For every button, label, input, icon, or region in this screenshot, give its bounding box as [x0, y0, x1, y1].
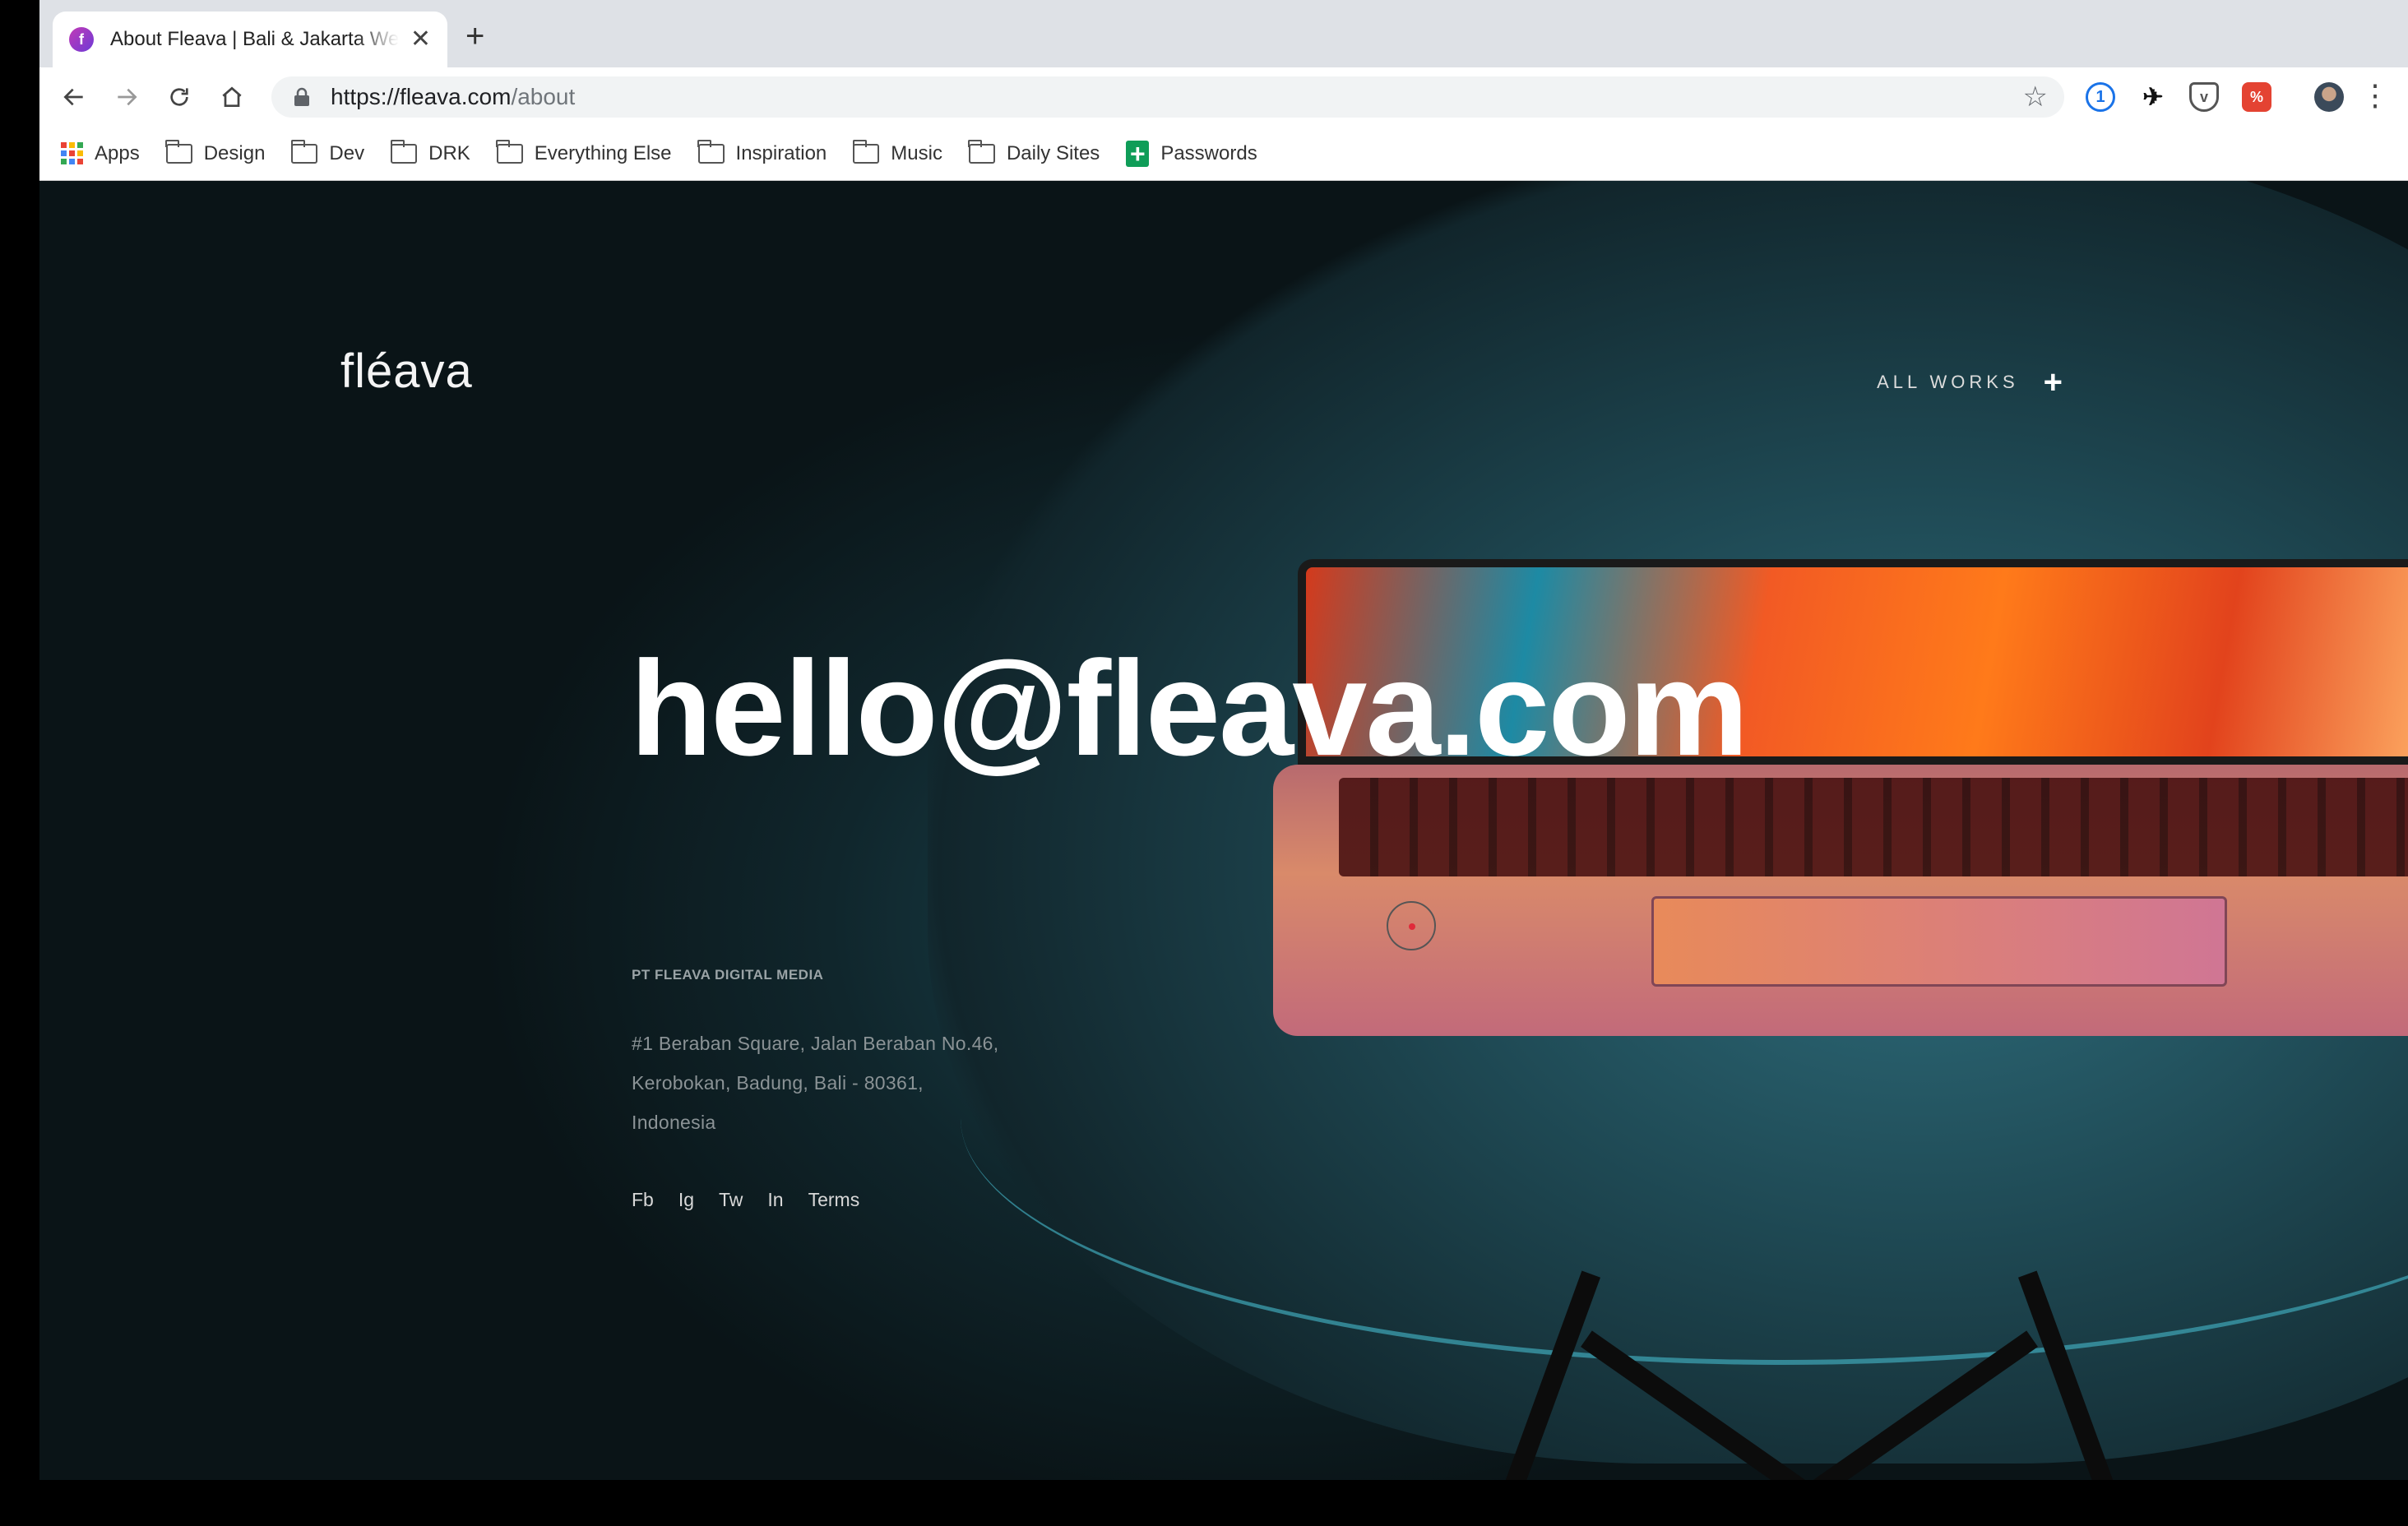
bookmark-label: Dev — [329, 141, 365, 164]
all-works-nav[interactable]: ALL WORKS + — [1877, 366, 2063, 399]
laptop-keyboard-image — [1273, 765, 2408, 1036]
new-tab-button[interactable]: + — [465, 20, 484, 53]
tab-title: About Fleava | Bali & Jakarta Web Design… — [110, 28, 399, 50]
bookmark-drk[interactable]: DRK — [390, 139, 470, 165]
url-text: https://fleava.com/about — [331, 84, 576, 109]
bookmark-label: Apps — [95, 141, 140, 164]
folder-icon — [165, 139, 192, 164]
social-links: Fb Ig Tw In Terms — [632, 1189, 884, 1211]
terms-link[interactable]: Terms — [808, 1189, 860, 1211]
social-link-twitter[interactable]: Tw — [719, 1189, 743, 1211]
reload-icon — [170, 88, 188, 106]
address-line: #1 Beraban Square, Jalan Beraban No.46, — [632, 1033, 999, 1054]
onepassword-icon[interactable]: 1 — [2086, 82, 2115, 112]
browser-toolbar: https://fleava.com/about ☆ 1 ✈ v % ⋮ — [39, 67, 2408, 127]
address-line: Indonesia — [632, 1112, 716, 1133]
folder-icon — [852, 139, 880, 164]
bookmark-daily-sites[interactable]: Daily Sites — [968, 139, 1100, 165]
bookmark-label: Daily Sites — [1006, 141, 1100, 164]
address-line: Kerobokan, Badung, Bali - 80361, — [632, 1072, 924, 1094]
folder-icon — [968, 139, 995, 164]
page-content: fléava ALL WORKS + hello@fleava.com PT F… — [39, 181, 2408, 1480]
browser-tab[interactable]: f About Fleava | Bali & Jakarta Web Desi… — [53, 12, 447, 67]
lock-icon — [294, 87, 309, 106]
contact-email-link[interactable]: hello@fleava.com — [630, 641, 1748, 776]
profile-avatar[interactable] — [2314, 82, 2344, 112]
bookmark-label: Design — [203, 141, 266, 164]
bookmark-label: DRK — [428, 141, 470, 164]
apps-grid-icon — [61, 142, 83, 164]
home-icon — [222, 86, 242, 107]
folder-icon — [290, 139, 318, 164]
reload-button[interactable] — [161, 79, 197, 115]
bookmark-label: Everything Else — [534, 141, 672, 164]
bookmark-dev[interactable]: Dev — [290, 139, 365, 165]
browser-window: f About Fleava | Bali & Jakarta Web Desi… — [39, 0, 2408, 1480]
forward-button[interactable] — [109, 79, 145, 115]
social-link-facebook[interactable]: Fb — [632, 1189, 654, 1211]
bookmark-label: Passwords — [1160, 141, 1257, 164]
arrow-right-icon — [118, 88, 137, 106]
bookmarks-bar: Apps Design Dev DRK Everything Else Insp… — [39, 127, 2408, 181]
home-button[interactable] — [214, 79, 250, 115]
trackpad-image — [1651, 896, 2227, 987]
bookmark-label: Music — [891, 141, 942, 164]
kebab-menu-icon[interactable]: ⋮ — [2360, 81, 2390, 110]
company-name: PT FLEAVA DIGITAL MEDIA — [632, 967, 824, 983]
folder-icon — [697, 139, 725, 164]
bookmark-everything-else[interactable]: Everything Else — [496, 139, 672, 165]
tab-strip: f About Fleava | Bali & Jakarta Web Desi… — [39, 0, 2408, 67]
address-bar[interactable]: https://fleava.com/about ☆ — [271, 76, 2064, 118]
custom-cursor — [1387, 901, 1436, 950]
todoist-icon[interactable]: % — [2242, 82, 2271, 112]
plus-icon: + — [2043, 364, 2063, 400]
chair-legs-image — [1438, 1266, 2178, 1480]
back-button[interactable] — [56, 79, 92, 115]
bookmark-star-icon[interactable]: ☆ — [2023, 83, 2048, 111]
social-link-instagram[interactable]: Ig — [678, 1189, 694, 1211]
folder-icon — [496, 139, 523, 164]
social-link-linkedin[interactable]: In — [767, 1189, 783, 1211]
bookmark-label: Inspiration — [735, 141, 827, 164]
all-works-label: ALL WORKS — [1877, 372, 2019, 392]
keys-image — [1339, 778, 2408, 876]
close-tab-icon[interactable]: ✕ — [410, 27, 431, 52]
bird-icon[interactable]: ✈ — [2138, 82, 2168, 112]
bookmark-music[interactable]: Music — [852, 139, 942, 165]
favicon-icon: f — [69, 27, 94, 52]
arrow-left-icon — [63, 88, 83, 106]
folder-icon — [390, 139, 418, 164]
sheets-icon — [1126, 139, 1150, 169]
bookmark-apps[interactable]: Apps — [61, 142, 140, 165]
site-logo[interactable]: fléava — [340, 344, 473, 399]
bookmark-design[interactable]: Design — [165, 139, 266, 165]
bookmark-inspiration[interactable]: Inspiration — [697, 139, 827, 165]
desktop-edge — [0, 1480, 2408, 1526]
bookmark-passwords[interactable]: Passwords — [1126, 139, 1257, 169]
pocket-icon[interactable]: v — [2189, 82, 2219, 112]
